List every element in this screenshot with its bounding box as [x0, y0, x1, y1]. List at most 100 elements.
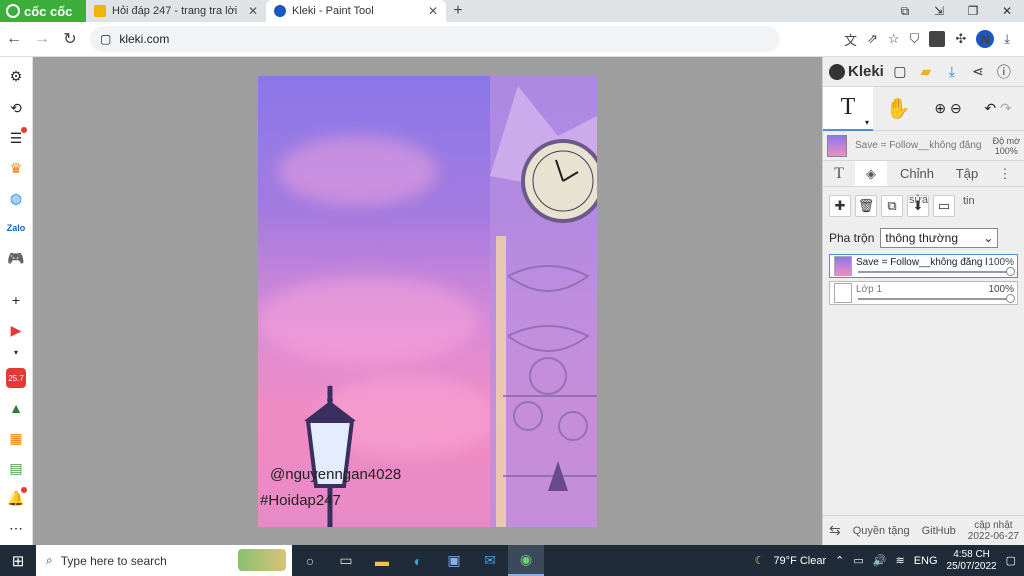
- layer-item[interactable]: Lớp 1 100%: [829, 281, 1018, 305]
- weather-text[interactable]: 79°F Clear: [773, 555, 826, 567]
- windows-start-icon[interactable]: ⊞: [0, 552, 36, 570]
- history-icon[interactable]: ⟲: [6, 98, 26, 118]
- new-tab-button[interactable]: +: [446, 0, 470, 22]
- taskbar-search[interactable]: ⌕ Type here to search: [36, 545, 292, 576]
- tab-tool-settings[interactable]: T: [823, 161, 855, 186]
- taskbar-search-placeholder: Type here to search: [60, 553, 167, 568]
- swap-arrows-icon[interactable]: ⇆: [829, 522, 841, 539]
- url-input[interactable]: ▢ kleki.com: [90, 26, 780, 52]
- drawing-canvas[interactable]: @nguyenngan4028 #Hoidap247: [258, 76, 597, 527]
- tab-hoidap247[interactable]: Hỏi đáp 247 - trang tra lời ✕: [86, 0, 266, 22]
- shopee-sale-icon[interactable]: 25.7: [6, 368, 26, 388]
- license-link[interactable]: Quyền tặng: [853, 525, 910, 537]
- tab-kleki[interactable]: Kleki - Paint Tool ✕: [266, 0, 446, 22]
- wifi-icon[interactable]: ≋: [895, 554, 904, 567]
- chevron-down-icon[interactable]: ▾: [6, 342, 26, 362]
- collapse-icon[interactable]: ⇲: [922, 0, 956, 22]
- notes-list-icon[interactable]: ☰: [6, 127, 27, 148]
- close-icon[interactable]: ✕: [428, 4, 438, 18]
- more-dots-icon[interactable]: ⋯: [6, 518, 26, 538]
- back-arrow-icon[interactable]: ←: [0, 30, 28, 48]
- game-controller-icon[interactable]: 🎮: [6, 248, 26, 268]
- forward-arrow-icon[interactable]: →: [28, 30, 56, 48]
- hand-tool-icon[interactable]: ✋: [873, 96, 923, 121]
- layer-item[interactable]: Save = Follow__không đăng l 100%: [829, 254, 1018, 278]
- new-image-icon[interactable]: ▢: [890, 63, 910, 80]
- hat-icon[interactable]: ▲: [6, 398, 26, 418]
- notification-bell-icon[interactable]: 🔔: [6, 487, 27, 508]
- layer-opacity-slider[interactable]: [858, 267, 1015, 276]
- cortana-icon[interactable]: ○: [292, 545, 328, 576]
- messenger-icon[interactable]: ◍: [6, 188, 26, 208]
- document-thumbnail[interactable]: [827, 134, 847, 157]
- close-window-icon[interactable]: ✕: [990, 0, 1024, 22]
- taskbar-clock[interactable]: 4:58 CH 25/07/2022: [947, 549, 997, 573]
- tab-title: Kleki - Paint Tool: [292, 5, 374, 17]
- open-folder-icon[interactable]: ▰: [916, 63, 936, 80]
- slider-handle[interactable]: [1006, 267, 1015, 276]
- layer-thumbnail: [834, 283, 852, 303]
- share-icon[interactable]: ⋖: [968, 63, 988, 80]
- download-video-icon[interactable]: ↓: [929, 31, 946, 47]
- bookmark-star-icon[interactable]: ☆: [888, 31, 900, 47]
- mail-icon[interactable]: ✉: [472, 545, 508, 576]
- zoom-in-icon[interactable]: ⊕: [934, 100, 946, 116]
- duplicate-layer-icon[interactable]: ⧉: [881, 195, 903, 217]
- zalo-icon[interactable]: Zalo: [6, 218, 26, 238]
- canvas-workspace[interactable]: @nguyenngan4028 #Hoidap247: [33, 57, 822, 545]
- add-layer-button[interactable]: ✚: [829, 195, 851, 217]
- translate-icon[interactable]: 文: [844, 30, 857, 49]
- add-sidebar-item-icon[interactable]: +: [6, 290, 26, 310]
- rename-layer-icon[interactable]: ▭: [933, 195, 955, 217]
- battery-icon[interactable]: ▭: [853, 554, 863, 567]
- downloads-icon[interactable]: ⤓: [1004, 31, 1010, 47]
- github-link[interactable]: GitHub: [922, 525, 956, 537]
- more-options-button[interactable]: ⋮: [987, 161, 1023, 186]
- layer-opacity-slider[interactable]: [858, 294, 1015, 303]
- coccoc-menu-button[interactable]: cốc cốc: [0, 0, 86, 22]
- site-info-icon[interactable]: ▢: [100, 32, 111, 46]
- reload-icon[interactable]: ↻: [56, 29, 84, 49]
- tray-overflow-chevron-icon[interactable]: ⌃: [835, 554, 844, 567]
- volume-icon[interactable]: 🔊: [873, 554, 887, 567]
- update-info[interactable]: cập nhật 2022-06-27: [968, 520, 1019, 542]
- store-icon[interactable]: ▣: [436, 545, 472, 576]
- close-icon[interactable]: ✕: [248, 4, 258, 18]
- share-icon[interactable]: ⇗: [867, 31, 878, 47]
- redo-icon[interactable]: ↷: [1000, 100, 1012, 116]
- slider-handle[interactable]: [1006, 294, 1015, 303]
- extensions-puzzle-icon[interactable]: ✣: [955, 31, 966, 47]
- panel-footer: ⇆ Quyền tặng GitHub cập nhật 2022-06-27: [823, 515, 1024, 545]
- blend-mode-row: Pha trộn thông thường ⌄: [823, 225, 1024, 251]
- shield-icon[interactable]: ⛉: [910, 31, 920, 47]
- language-indicator[interactable]: ENG: [914, 555, 938, 567]
- rename-label-part1: sửa: [909, 194, 928, 206]
- zoom-controls: ⊕ ⊖: [923, 100, 973, 117]
- sheet-icon[interactable]: ▤: [6, 458, 26, 478]
- task-view-icon[interactable]: ▭: [328, 545, 364, 576]
- notification-center-icon[interactable]: ▢: [1006, 554, 1016, 567]
- settings-gear-icon[interactable]: ⚙: [6, 66, 26, 86]
- profile-avatar[interactable]: N: [976, 30, 995, 48]
- file-explorer-icon[interactable]: ▬: [364, 545, 400, 576]
- undo-icon[interactable]: ↶: [984, 100, 996, 116]
- download-icon[interactable]: ⤓: [942, 63, 962, 80]
- search-highlight-image: [238, 549, 286, 571]
- tab-layers[interactable]: ◈: [855, 161, 887, 186]
- blend-mode-select[interactable]: thông thường ⌄: [880, 228, 999, 248]
- edge-icon[interactable]: ◐: [400, 545, 436, 576]
- delete-layer-trash-icon[interactable]: 🗑: [855, 195, 877, 217]
- zoom-out-icon[interactable]: ⊖: [950, 100, 962, 116]
- tab-file[interactable]: Tập: [947, 161, 987, 186]
- text-tool-button[interactable]: T ▾: [823, 86, 873, 131]
- shop-icon[interactable]: ▦: [6, 428, 26, 448]
- help-icon[interactable]: ⓘ: [994, 62, 1014, 82]
- crown-icon[interactable]: ♛: [6, 158, 26, 178]
- chevron-down-icon[interactable]: ▾: [865, 118, 869, 127]
- kleki-logo[interactable]: Kleki: [829, 63, 884, 80]
- youtube-icon[interactable]: ▶: [6, 320, 26, 340]
- restore-icon[interactable]: ❐: [956, 0, 990, 22]
- tab-adjust[interactable]: Chỉnh: [887, 161, 947, 186]
- coccoc-taskbar-icon[interactable]: ◉: [508, 545, 544, 576]
- tab-search-icon[interactable]: ⧉: [888, 0, 922, 22]
